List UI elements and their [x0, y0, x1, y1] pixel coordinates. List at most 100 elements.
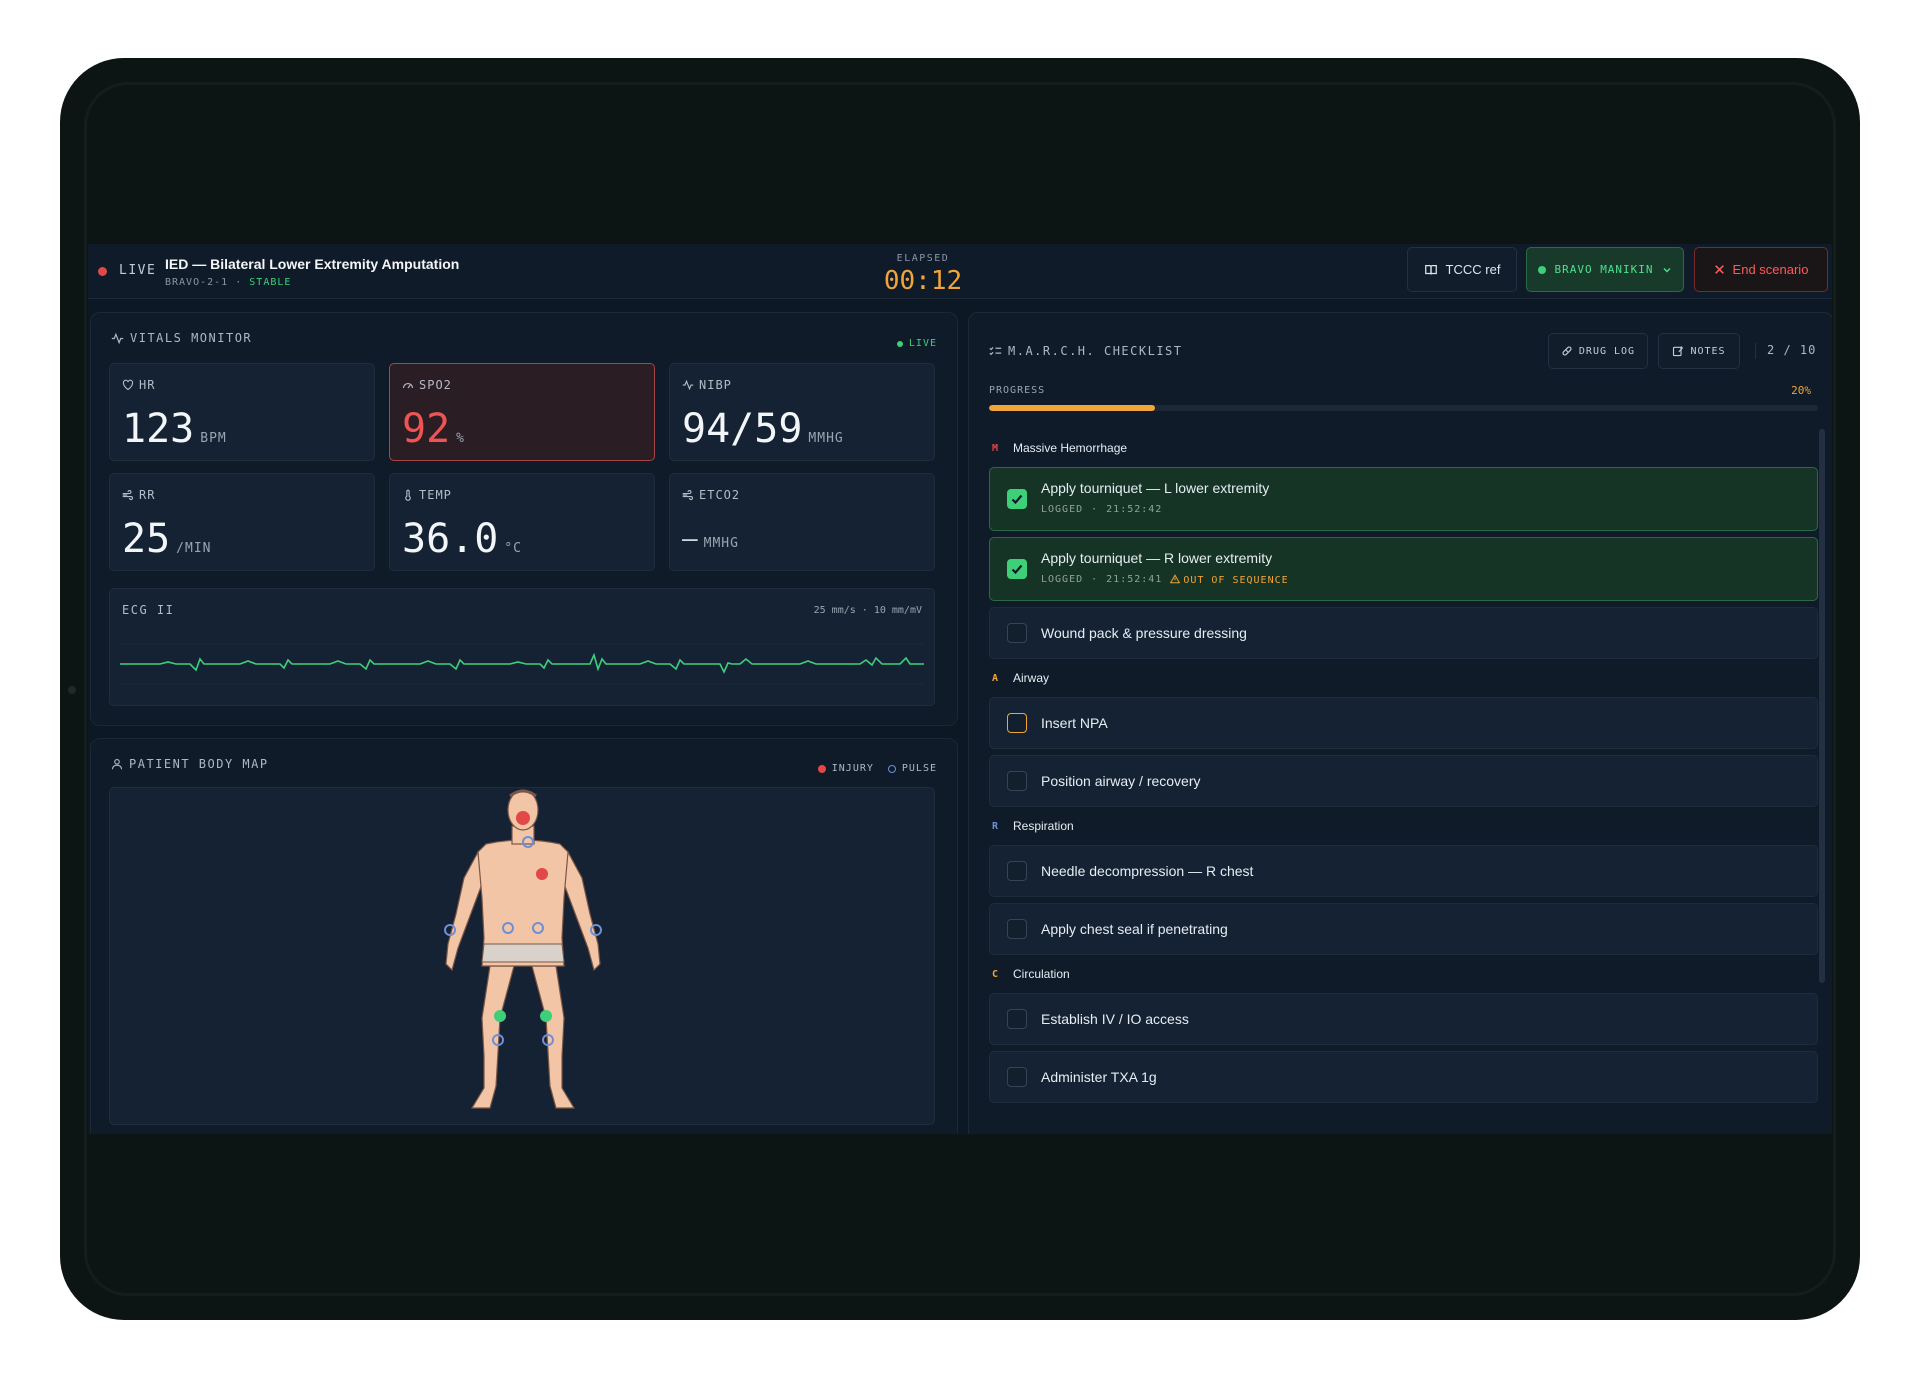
count-divider: [1755, 343, 1756, 359]
pulse-legend-dot: [887, 764, 896, 773]
meta-separator: ·: [1091, 574, 1099, 585]
section-header: HHypothermia / Head: [989, 1109, 1818, 1115]
vital-card-rr: RR 25/MIN: [109, 473, 375, 571]
manikin-select[interactable]: BRAVO MANIKIN: [1526, 247, 1684, 292]
vital-value: 94/59 MMHG: [682, 406, 844, 452]
vital-value-number: 123: [122, 406, 195, 452]
checkbox[interactable]: [1007, 771, 1027, 791]
vital-label-text: NIBP: [699, 378, 732, 392]
march-list: M Massive Hemorrhage Apply tourniquet — L …: [989, 429, 1818, 1115]
notes-label: NOTES: [1690, 345, 1726, 357]
section-name: Circulation: [1013, 967, 1070, 981]
checklist-item[interactable]: Wound pack & pressure dressing: [989, 607, 1818, 659]
vital-unit: °C: [504, 541, 522, 556]
checklist-item[interactable]: Establish IV / IO access: [989, 993, 1818, 1045]
app-screen: LIVE IED — Bilateral Lower Extremity Amp…: [88, 244, 1832, 1134]
section-letter: R: [991, 820, 999, 832]
pulse-legend-label: PULSE: [901, 763, 937, 774]
checkbox[interactable]: [1007, 1009, 1027, 1029]
ecg-waveform: [120, 643, 924, 685]
checkbox[interactable]: [1007, 559, 1027, 579]
drug-log-button[interactable]: DRUG LOG: [1548, 333, 1648, 369]
live-badge-text: LIVE: [908, 338, 937, 349]
logged-time: 21:52:41: [1106, 574, 1163, 585]
vital-card-nibp: NIBP 94/59 MMHG: [669, 363, 935, 461]
checklist-item[interactable]: Insert NPA: [989, 697, 1818, 749]
vital-label-text: SPO2: [419, 378, 452, 392]
manikin-status-dot: [1538, 265, 1547, 274]
vital-value-number: 25: [122, 516, 171, 562]
section-header: R Respiration: [989, 813, 1818, 839]
checkbox[interactable]: [1007, 1067, 1027, 1087]
scenario-title: IED — Bilateral Lower Extremity Amputati…: [165, 256, 460, 272]
check-icon: [1011, 564, 1023, 575]
checklist-item[interactable]: Position airway / recovery: [989, 755, 1818, 807]
checklist-item[interactable]: Administer TXA 1g: [989, 1051, 1818, 1103]
checklist-item[interactable]: Apply tourniquet — R lower extremity LOGG…: [989, 537, 1818, 601]
item-label: Apply tourniquet — L lower extremity: [1041, 480, 1270, 496]
checkbox[interactable]: [1007, 713, 1027, 733]
vital-label: TEMP: [402, 488, 452, 502]
section-letter: M: [991, 442, 999, 454]
item-log-meta: LOGGED · 21:52:42: [1041, 504, 1162, 515]
checkbox[interactable]: [1007, 919, 1027, 939]
vital-unit: MMHG: [703, 536, 739, 551]
section-header: C Circulation: [989, 961, 1818, 987]
wind-icon: [122, 489, 134, 501]
body-map-title: PATIENT BODY MAP: [111, 757, 269, 771]
vital-value: 92%: [402, 406, 465, 452]
vital-label-text: HR: [139, 378, 156, 392]
scenario-subtitle: BRAVO-2-1 · STABLE: [165, 277, 291, 288]
tccc-ref-label: TCCC ref: [1445, 262, 1501, 277]
tccc-ref-button[interactable]: TCCC ref: [1407, 247, 1517, 292]
vital-label-text: TEMP: [419, 488, 452, 502]
meta-separator: ·: [1091, 504, 1099, 515]
vital-value-number: 36.0: [402, 516, 499, 562]
vital-label: HR: [122, 378, 155, 392]
checkbox[interactable]: [1007, 861, 1027, 881]
completion-count: 2 / 10: [1767, 343, 1817, 357]
sequence-warning: OUT OF SEQUENCE: [1170, 574, 1288, 586]
end-scenario-button[interactable]: End scenario: [1694, 247, 1828, 292]
notes-button[interactable]: NOTES: [1658, 333, 1740, 369]
vital-label: ETCO2: [682, 488, 740, 502]
manikin-label: BRAVO MANIKIN: [1554, 263, 1654, 276]
ecg-label: ECG II: [122, 603, 175, 617]
drug-log-label: DRUG LOG: [1578, 345, 1636, 357]
edit-icon: [1673, 346, 1684, 357]
item-label: Apply chest seal if penetrating: [1041, 921, 1228, 937]
checklist-title-text: M.A.R.C.H. CHECKLIST: [1008, 344, 1183, 358]
section-letter: C: [991, 968, 999, 980]
checkbox[interactable]: [1007, 623, 1027, 643]
check-icon: [1011, 494, 1023, 505]
book-icon: [1424, 264, 1437, 274]
progress-percent: 20%: [1791, 384, 1811, 397]
checklist-item[interactable]: Needle decompression — R chest: [989, 845, 1818, 897]
vital-value: 123 BPM: [122, 406, 227, 452]
vital-label: RR: [122, 488, 155, 502]
elapsed-label: ELAPSED: [896, 253, 950, 264]
thermometer-icon: [405, 489, 411, 501]
vitals-panel: VITALS MONITOR LIVE HR 123 BPM SPO2 92% N…: [90, 312, 958, 726]
body-map-canvas[interactable]: [109, 787, 935, 1125]
item-label: Establish IV / IO access: [1041, 1011, 1189, 1027]
vital-value-number: —: [682, 524, 698, 554]
activity-icon: [111, 332, 124, 344]
logged-label: LOGGED: [1041, 574, 1084, 585]
live-label: LIVE: [119, 263, 157, 278]
logged-time: 21:52:42: [1106, 504, 1163, 515]
scrollbar[interactable]: [1819, 429, 1825, 983]
checklist-item[interactable]: Apply chest seal if penetrating: [989, 903, 1818, 955]
pill-icon: [1562, 346, 1572, 356]
checklist-item[interactable]: Apply tourniquet — L lower extremity LOGG…: [989, 467, 1818, 531]
vital-card-spo2: SPO2 92%: [389, 363, 655, 461]
progress-bar: [989, 405, 1818, 411]
live-indicator-dot: [98, 267, 107, 276]
section-name: Respiration: [1013, 819, 1074, 833]
checkbox[interactable]: [1007, 489, 1027, 509]
item-log-meta: LOGGED · 21:52:41 OUT OF SEQUENCE: [1041, 574, 1289, 586]
unit-code: BRAVO-2-1: [165, 277, 229, 288]
top-bar: LIVE IED — Bilateral Lower Extremity Amp…: [88, 244, 1832, 299]
vital-card-temp: TEMP 36.0 °C: [389, 473, 655, 571]
injury-legend-label: INJURY: [831, 763, 874, 774]
